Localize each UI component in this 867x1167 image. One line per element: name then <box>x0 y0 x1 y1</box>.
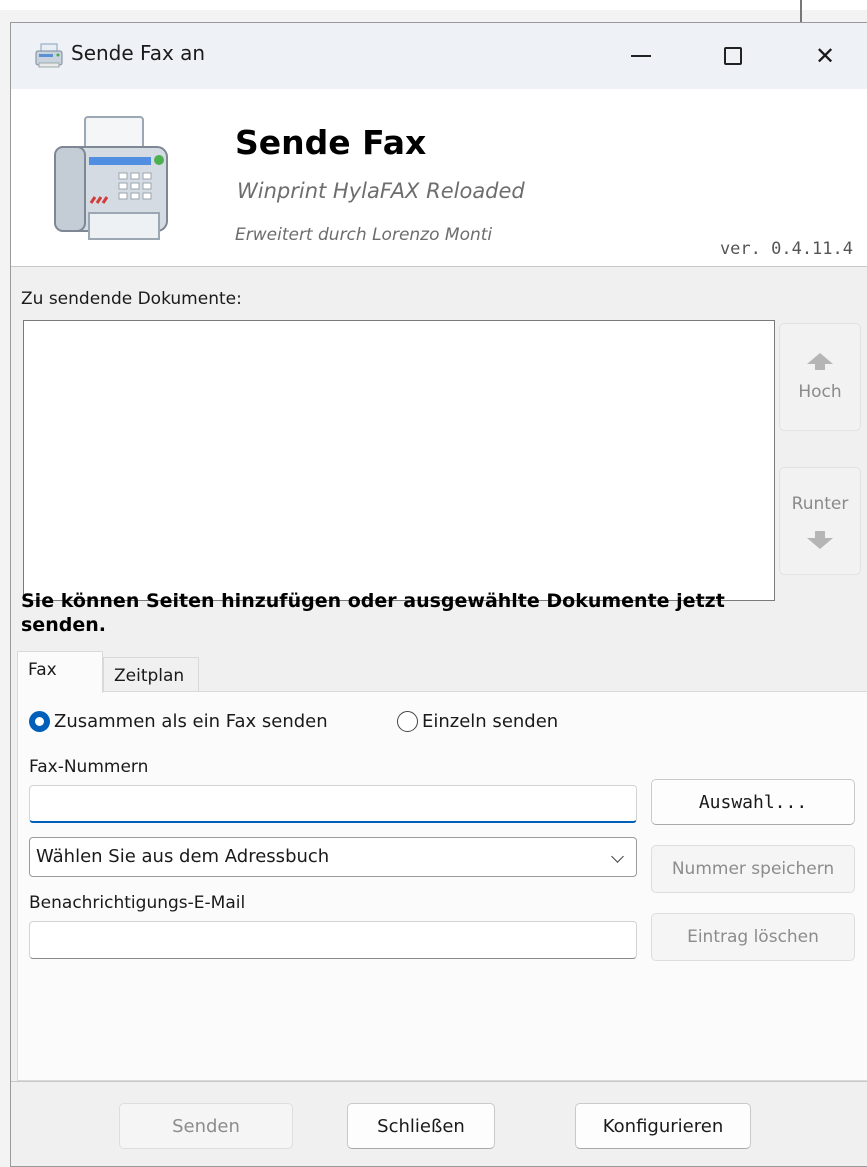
radio-send-together-label: Zusammen als ein Fax senden <box>54 711 328 732</box>
move-up-button[interactable]: Hoch <box>779 323 861 431</box>
radio-unselected-icon <box>397 711 418 732</box>
move-down-button[interactable]: Runter <box>779 467 861 575</box>
close-dialog-button[interactable]: Schließen <box>347 1103 495 1149</box>
footer-divider <box>11 1081 867 1082</box>
maximize-button[interactable] <box>687 23 779 89</box>
close-button[interactable]: ✕ <box>779 23 867 89</box>
send-button[interactable]: Senden <box>119 1103 293 1149</box>
configure-button[interactable]: Konfigurieren <box>575 1103 751 1149</box>
minimize-button[interactable] <box>595 23 687 89</box>
tab-fax-label: Fax <box>28 660 57 680</box>
fax-numbers-label: Fax-Nummern <box>29 757 149 777</box>
move-down-label: Runter <box>791 493 849 514</box>
background-window-strip <box>0 0 867 10</box>
radio-send-single-label: Einzeln senden <box>422 711 559 732</box>
send-fax-dialog: Sende Fax an ✕ Sende Fax Winprint HylaFA… <box>10 22 867 1167</box>
radio-send-single[interactable]: Einzeln senden <box>397 711 558 732</box>
dialog-header: Sende Fax Winprint HylaFAX Reloaded Erwe… <box>11 89 867 267</box>
header-title: Sende Fax <box>235 123 427 162</box>
radio-selected-icon <box>29 711 50 732</box>
background-window-edge <box>800 0 802 22</box>
minimize-icon <box>631 55 651 57</box>
fax-small-icon <box>35 43 63 68</box>
addressbook-dropdown[interactable]: Wählen Sie aus dem Adressbuch <box>29 837 637 877</box>
documents-list[interactable] <box>23 320 775 601</box>
move-up-label: Hoch <box>798 381 842 402</box>
maximize-icon <box>724 47 742 65</box>
tab-fax[interactable]: Fax <box>17 651 103 693</box>
header-subtitle: Winprint HylaFAX Reloaded <box>237 179 525 203</box>
fax-numbers-input[interactable] <box>29 785 637 823</box>
arrow-down-icon <box>807 530 833 549</box>
save-number-button[interactable]: Nummer speichern <box>651 845 855 893</box>
fax-machine-icon <box>54 116 168 240</box>
select-button[interactable]: Auswahl... <box>651 779 855 825</box>
tab-schedule[interactable]: Zeitplan <box>103 657 199 695</box>
addressbook-value: Wählen Sie aus dem Adressbuch <box>36 846 330 867</box>
arrow-up-icon <box>807 352 833 370</box>
window-title: Sende Fax an <box>71 41 206 65</box>
delete-entry-button[interactable]: Eintrag löschen <box>651 913 855 961</box>
version-label: ver. 0.4.11.4 <box>719 239 853 259</box>
documents-label: Zu sendende Dokumente: <box>21 289 242 309</box>
chevron-down-icon <box>611 850 624 863</box>
hint-text: Sie können Seiten hinzufügen oder ausgew… <box>21 590 725 636</box>
title-bar[interactable]: Sende Fax an ✕ <box>11 23 867 89</box>
email-input[interactable] <box>29 921 637 959</box>
header-credits: Erweitert durch Lorenzo Monti <box>235 225 493 245</box>
close-icon: ✕ <box>814 42 836 70</box>
email-label: Benachrichtigungs-E-Mail <box>29 893 246 913</box>
radio-send-together[interactable]: Zusammen als ein Fax senden <box>29 711 328 732</box>
tab-schedule-label: Zeitplan <box>114 666 185 686</box>
